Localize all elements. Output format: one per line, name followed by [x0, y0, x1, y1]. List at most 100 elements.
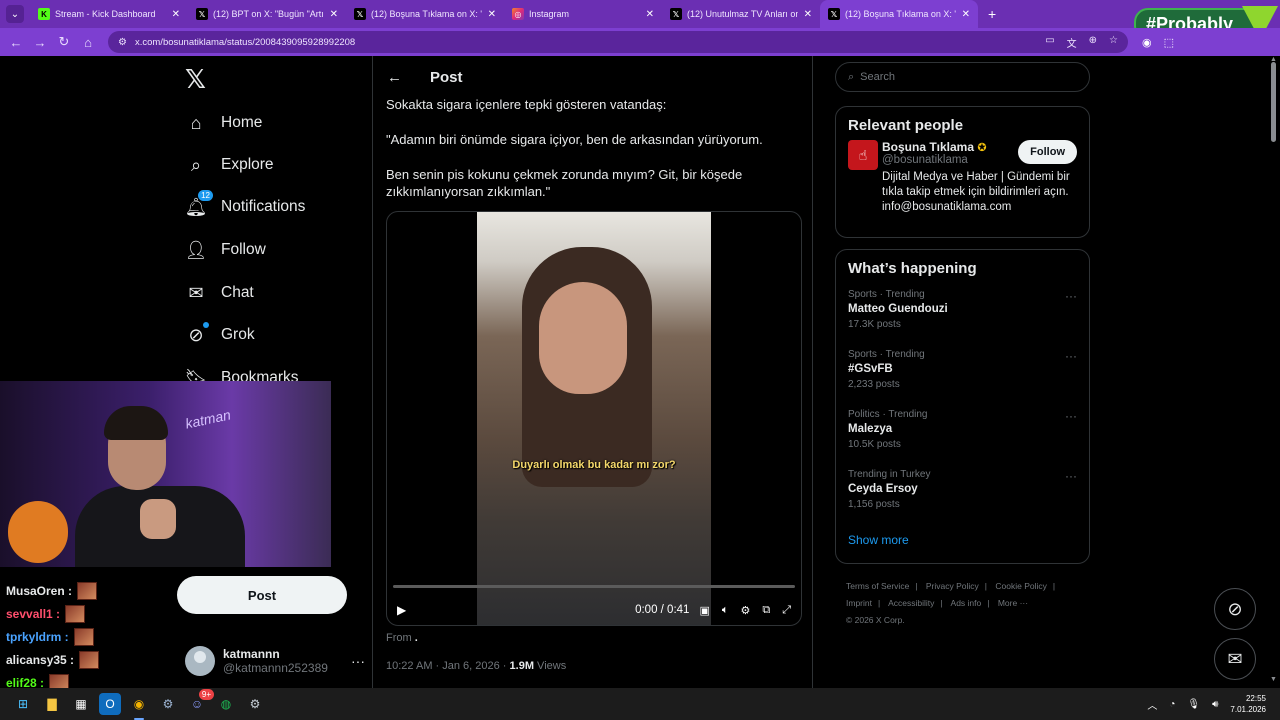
account-switcher[interactable]: katmannn @katmannn252389 ··· [185, 641, 365, 681]
video-frame[interactable]: Duyarlı olmak bu kadar mı zor? [477, 212, 711, 625]
browser-tab-kick[interactable]: K Stream - Kick Dashboard ✕ [30, 0, 188, 28]
x-page: 𝕏 ⌂ Home ⌕ Explore 🔔︎ 12 Notifications 👤︎… [0, 56, 1280, 688]
nav-grok[interactable]: ⊘ Grok [185, 320, 255, 350]
volume-icon[interactable]: 🔈︎ [722, 604, 729, 617]
person-name[interactable]: Boşuna Tıklama [882, 140, 974, 154]
zoom-icon[interactable]: ⊕ [1089, 35, 1097, 50]
messages-fab-icon[interactable]: ✉ [1214, 638, 1256, 680]
tab-title: Instagram [529, 9, 570, 19]
back-icon[interactable]: ← [4, 35, 28, 50]
trend-item[interactable]: Trending in Turkey Ceyda Ersoy 1,156 pos… [836, 463, 1089, 523]
tab-search-button[interactable]: ⌄ [6, 5, 24, 23]
reload-icon[interactable]: ↻ [52, 34, 76, 50]
trend-item[interactable]: Sports · Trending #GSvFB 2,233 posts ··· [836, 343, 1089, 403]
bookmark-star-icon[interactable]: ☆ [1109, 35, 1118, 50]
post-button[interactable]: Post [177, 576, 347, 614]
from-value[interactable]: . [415, 632, 418, 644]
video-controls: ▶ 0:00 / 0:41 ▣ 🔈︎ ⚙ ⧉ ⤢ [387, 597, 801, 623]
system-clock[interactable]: 22:55 7.01.2026 [1230, 693, 1266, 715]
browser-tab-bpt[interactable]: 𝕏 (12) BPT on X: "Bugün "Artık bu ✕ [188, 0, 346, 28]
video-progress-bar[interactable] [393, 585, 795, 588]
steam-icon[interactable]: ⚙ [157, 693, 179, 715]
browser-tab-unutulmaz[interactable]: 𝕏 (12) Unutulmaz TV Anları on X: ✕ [662, 0, 820, 28]
settings-app-icon[interactable]: ⚙ [244, 693, 266, 715]
chat-message: tprkyldrm : [6, 628, 94, 646]
browser-tab-bosuna-active[interactable]: 𝕏 (12) Boşuna Tıklama on X: "Soka ✕ [820, 0, 978, 28]
outlook-icon[interactable]: O [99, 693, 121, 715]
chat-username: MusaOren : [6, 584, 73, 598]
grok-fab-icon[interactable]: ⊘ [1214, 588, 1256, 630]
search-placeholder: Search [860, 71, 896, 83]
nav-follow[interactable]: 👤︎ Follow [185, 235, 266, 265]
network-icon[interactable]: ◔ [1169, 699, 1175, 710]
home-browser-icon[interactable]: ⌂ [76, 35, 100, 50]
relevant-person[interactable]: ☝ Boşuna Tıklama ✪ @bosunatiklama Dijita… [836, 140, 1089, 223]
nav-notifications[interactable]: 🔔︎ 12 Notifications [185, 190, 305, 222]
forward-icon[interactable]: → [28, 35, 52, 50]
show-more-link[interactable]: Show more [836, 523, 1089, 559]
x-icon: 𝕏 [196, 8, 208, 20]
url-field[interactable]: ⚙ x.com/bosunatiklama/status/20084390959… [108, 31, 1128, 53]
install-app-icon[interactable]: ▭ [1045, 35, 1054, 50]
close-tab-icon[interactable]: ✕ [962, 9, 970, 20]
nav-chat[interactable]: ✉ Chat [185, 278, 253, 308]
scroll-down-icon[interactable]: ▼ [1270, 676, 1277, 683]
footer-imprint-link[interactable]: Imprint [846, 598, 872, 608]
relevant-people-title: Relevant people [848, 117, 964, 134]
more-icon[interactable]: ··· [1065, 349, 1077, 363]
search-input[interactable]: ⌕ Search [835, 62, 1090, 92]
footer-terms-link[interactable]: Terms of Service [846, 581, 909, 591]
fullscreen-icon[interactable]: ⤢ [782, 604, 791, 617]
translate-icon[interactable]: 文 [1067, 35, 1077, 50]
play-icon[interactable]: ▶ [397, 603, 406, 617]
add-person-icon: 👤︎ [184, 239, 208, 260]
footer-ads-link[interactable]: Ads info [951, 598, 982, 608]
nav-explore[interactable]: ⌕ Explore [185, 150, 274, 180]
close-tab-icon[interactable]: ✕ [488, 9, 496, 20]
browser-tab-bosuna-1[interactable]: 𝕏 (12) Boşuna Tıklama on X: "4 yı ✕ [346, 0, 504, 28]
trend-item[interactable]: Sports · Trending Matteo Guendouzi 17.3K… [836, 283, 1089, 343]
post-timestamp[interactable]: 10:22 AM · Jan 6, 2026 · [386, 660, 510, 672]
close-tab-icon[interactable]: ✕ [330, 9, 338, 20]
trend-item[interactable]: Politics · Trending Malezya 10.5K posts … [836, 403, 1089, 463]
settings-icon[interactable]: ⚙ [740, 604, 750, 617]
browser-tab-instagram[interactable]: ◎ Instagram ✕ [504, 0, 662, 28]
captions-icon[interactable]: ▣ [699, 604, 709, 617]
person-avatar[interactable]: ☝ [848, 140, 878, 170]
footer-more-link[interactable]: More ··· [998, 598, 1028, 608]
discord-icon[interactable]: ☺ 9+ [186, 689, 214, 715]
page-scrollbar[interactable] [1271, 62, 1276, 142]
video-player[interactable]: Duyarlı olmak bu kadar mı zor? ▶ 0:00 / … [386, 211, 802, 626]
footer-accessibility-link[interactable]: Accessibility [888, 598, 934, 608]
extensions-puzzle-icon[interactable]: ⬚ [1164, 36, 1174, 49]
back-arrow-icon[interactable]: ← [387, 69, 402, 86]
stream-chat-overlay: MusaOren : sevvall1 : tprkyldrm : alican… [0, 578, 175, 688]
speaker-icon[interactable]: 🔊︎ [1212, 699, 1218, 710]
windows-start-icon[interactable]: ⊞ [12, 693, 34, 715]
footer-cookie-link[interactable]: Cookie Policy [995, 581, 1047, 591]
close-tab-icon[interactable]: ✕ [172, 9, 180, 20]
footer-privacy-link[interactable]: Privacy Policy [926, 581, 979, 591]
microphone-icon[interactable]: 🎙︎ [1187, 699, 1200, 710]
tray-chevron-icon[interactable]: ︿ [1147, 697, 1157, 712]
chrome-icon[interactable]: ◉ [128, 693, 150, 720]
store-icon[interactable]: ▦ [70, 693, 92, 715]
more-icon[interactable]: ··· [1065, 469, 1077, 483]
post-meta: 10:22 AM · Jan 6, 2026 · 1.9M Views [386, 660, 566, 672]
x-logo-icon[interactable]: 𝕏 [185, 64, 206, 95]
nav-home[interactable]: ⌂ Home [185, 108, 263, 138]
picture-in-picture-icon[interactable]: ⧉ [762, 604, 770, 617]
more-icon[interactable]: ··· [1065, 409, 1077, 423]
new-tab-button[interactable]: + [988, 6, 996, 22]
browser-address-bar: ← → ↻ ⌂ ⚙ x.com/bosunatiklama/status/200… [0, 28, 1280, 56]
file-explorer-icon[interactable]: ▇ [41, 693, 63, 715]
extension-icon[interactable]: ◉ [1142, 36, 1152, 49]
from-line: From . [386, 632, 418, 644]
close-tab-icon[interactable]: ✕ [646, 9, 654, 20]
spotify-icon[interactable]: ◍ [215, 693, 237, 715]
more-icon[interactable]: ··· [351, 653, 365, 669]
follow-button[interactable]: Follow [1018, 140, 1077, 164]
site-info-icon[interactable]: ⚙ [118, 37, 127, 48]
close-tab-icon[interactable]: ✕ [804, 9, 812, 20]
more-icon[interactable]: ··· [1065, 289, 1077, 303]
